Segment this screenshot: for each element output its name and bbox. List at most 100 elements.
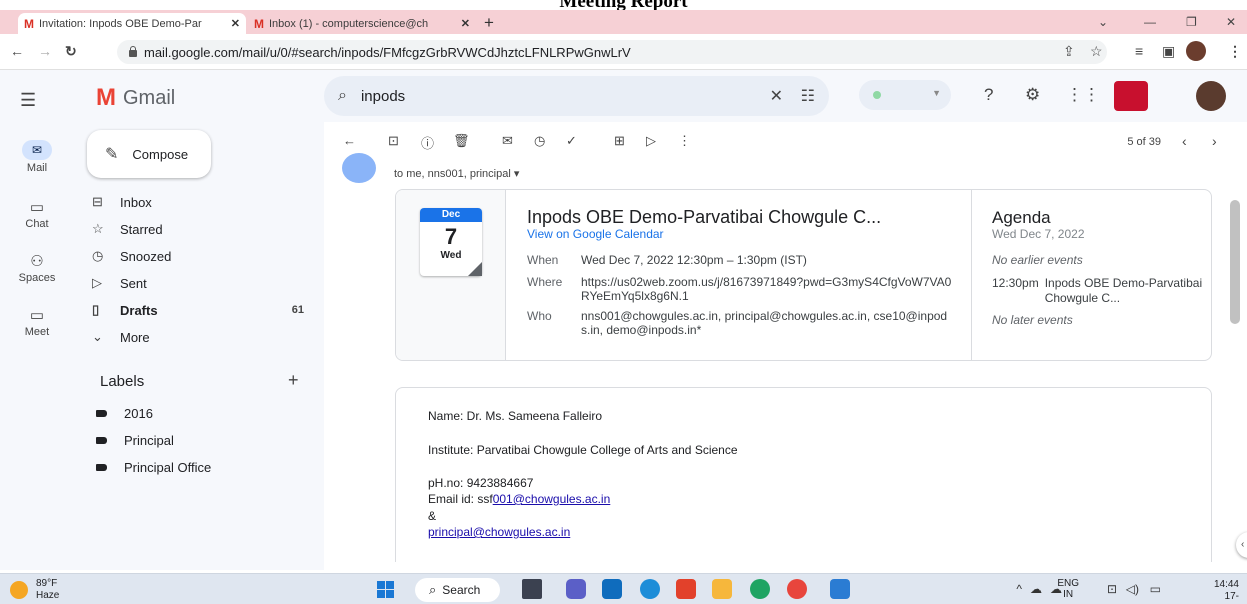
windows-start-icon[interactable] [377, 581, 394, 598]
view-calendar-link[interactable]: View on Google Calendar [527, 227, 664, 241]
status-selector[interactable]: ▼ [859, 80, 951, 110]
mail-app-icon[interactable] [602, 579, 622, 599]
report-spam-icon[interactable]: ⓘ [421, 133, 434, 152]
more-options-icon[interactable]: ⋮ [678, 133, 691, 149]
weather-widget[interactable]: 89°F Haze [10, 578, 59, 602]
volume-icon[interactable]: ◁) [1126, 582, 1139, 596]
mail-icon: ✉ [22, 140, 52, 160]
close-tab-icon[interactable]: ✕ [461, 17, 470, 30]
gmail-logo[interactable]: M Gmail [96, 84, 175, 112]
nav-item-inbox[interactable]: ⊟ Inbox [92, 192, 306, 212]
label-item[interactable]: 2016 [92, 406, 306, 421]
windows-taskbar: 89°F Haze ⌕ Search ^ ☁ ☁ ENG IN ⊡ ◁) ▭ 14:4… [0, 573, 1247, 604]
settings-gear-icon[interactable]: ⚙ [1025, 85, 1040, 105]
tray-expand-icon[interactable]: ^ [1016, 582, 1022, 596]
tab-search-icon[interactable]: ⌄ [1098, 15, 1108, 29]
rail-item-mail[interactable]: ✉ Mail [0, 140, 74, 174]
help-icon[interactable]: ? [984, 85, 993, 105]
label-icon[interactable]: ▷ [646, 133, 656, 149]
newer-chevron-icon[interactable]: ‹ [1182, 133, 1187, 149]
reading-list-icon[interactable]: ≡ [1135, 43, 1143, 59]
gmail-top-bar: ⌕ inpods ✕ ☷ ▼ ? ⚙ ⋮⋮ [324, 70, 1247, 122]
move-to-icon[interactable]: ⊞ [614, 133, 625, 149]
email-link[interactable]: 001@chowgules.ac.in [493, 492, 611, 506]
office-icon[interactable] [676, 579, 696, 599]
battery-icon[interactable]: ▭ [1150, 582, 1161, 596]
snooze-icon[interactable]: ◷ [534, 133, 545, 149]
add-label-icon[interactable]: + [288, 370, 299, 391]
main-menu-icon[interactable]: ☰ [20, 90, 36, 111]
onedrive-icon[interactable]: ☁ [1030, 582, 1042, 596]
search-bar[interactable]: ⌕ inpods ✕ ☷ [324, 76, 829, 116]
nav-item-more[interactable]: ⌄ More [92, 327, 306, 347]
label-tag-icon [96, 410, 107, 417]
compose-button[interactable]: ✎ Compose [87, 130, 211, 178]
search-options-icon[interactable]: ☷ [801, 86, 815, 106]
nav-item-drafts[interactable]: ▯ Drafts 61 [92, 300, 306, 320]
network-icon[interactable]: ⊡ [1107, 582, 1117, 596]
new-tab-button[interactable]: + [484, 13, 494, 33]
apps-grid-icon[interactable]: ⋮⋮ [1066, 85, 1100, 105]
where-value[interactable]: https://us02web.zoom.us/j/81673971849?pw… [581, 275, 953, 303]
nav-label: Snoozed [120, 248, 172, 264]
add-task-icon[interactable]: ✓ [566, 133, 577, 149]
side-panel-icon[interactable]: ▣ [1162, 43, 1175, 60]
email-body: Name: Dr. Ms. Sameena Falleiro Institute… [395, 387, 1212, 562]
vertical-scrollbar[interactable] [1230, 200, 1240, 324]
principal-email-link[interactable]: principal@chowgules.ac.in [428, 525, 570, 539]
mark-unread-icon[interactable]: ✉ [502, 133, 513, 149]
bookmark-star-icon[interactable]: ☆ [1090, 43, 1103, 60]
file-explorer-icon[interactable] [712, 579, 732, 599]
browser-menu-icon[interactable]: ⋮ [1228, 43, 1242, 60]
rail-item-chat[interactable]: ▭ Chat [0, 198, 74, 230]
label-tag-icon [96, 464, 107, 471]
rail-item-meet[interactable]: ▭ Meet [0, 306, 74, 338]
agenda-date: Wed Dec 7, 2022 [992, 227, 1085, 241]
back-to-list-icon[interactable]: ← [343, 133, 356, 148]
reload-icon[interactable]: ↻ [65, 43, 77, 60]
word-icon[interactable] [830, 579, 850, 599]
older-chevron-icon[interactable]: › [1212, 133, 1217, 149]
chrome-icon[interactable] [787, 579, 807, 599]
nav-item-snoozed[interactable]: ◷ Snoozed [92, 246, 306, 266]
tab-invitation[interactable]: M Invitation: Inpods OBE Demo-Par ✕ [18, 13, 246, 34]
profile-avatar[interactable] [1186, 41, 1206, 61]
nav-label: Inbox [120, 194, 152, 210]
label-item[interactable]: Principal Office [92, 460, 306, 475]
clear-search-icon[interactable]: ✕ [770, 86, 783, 106]
minimize-icon[interactable]: — [1144, 15, 1156, 29]
share-icon[interactable]: ⇪ [1063, 43, 1075, 60]
edge-icon[interactable] [640, 579, 660, 599]
teams-icon[interactable] [566, 579, 586, 599]
language-indicator[interactable]: ENG IN [1057, 578, 1079, 600]
close-window-icon[interactable]: ✕ [1226, 15, 1236, 29]
delete-icon[interactable]: 🗑 [453, 133, 470, 149]
restore-icon[interactable]: ❐ [1186, 15, 1197, 29]
taskbar-search[interactable]: ⌕ Search [415, 578, 500, 602]
weather-temp: 89°F [36, 578, 58, 589]
account-avatar[interactable] [1196, 81, 1226, 111]
url-field[interactable]: mail.google.com/mail/u/0/#search/inpods/… [117, 40, 1107, 64]
weather-condition: Haze [36, 590, 60, 601]
label-item[interactable]: Principal [92, 433, 306, 448]
back-arrow-icon[interactable]: ← [10, 43, 24, 59]
search-icon: ⌕ [338, 87, 347, 104]
recipients-line[interactable]: to me, nns001, principal ▾ [394, 167, 519, 180]
meet-icon: ▭ [29, 307, 45, 324]
task-view-icon[interactable] [522, 579, 542, 599]
forward-arrow-icon[interactable]: → [38, 43, 52, 59]
rail-item-spaces[interactable]: ⚇ Spaces [0, 252, 74, 284]
gmail-m-icon: M [96, 84, 116, 111]
edge-alt-icon[interactable] [750, 579, 770, 599]
tab-inbox[interactable]: M Inbox (1) - computerscience@ch ✕ [248, 13, 476, 34]
invite-weekday: Wed [440, 250, 462, 261]
recipients-dropdown-icon: ▾ [513, 168, 520, 180]
event-title: Inpods OBE Demo-Parvatibai Chowgule C... [527, 207, 882, 227]
organization-logo[interactable] [1114, 81, 1148, 111]
agenda-event[interactable]: 12:30pm Inpods OBE Demo-Parvatibai Chowgu… [992, 276, 1207, 306]
close-tab-icon[interactable]: ✕ [231, 17, 240, 30]
nav-item-sent[interactable]: ▷ Sent [92, 273, 306, 293]
archive-icon[interactable]: ⊡ [388, 133, 399, 149]
nav-item-starred[interactable]: ☆ Starred [92, 219, 306, 239]
clock[interactable]: 14:4417-01-2023 [1214, 579, 1239, 604]
